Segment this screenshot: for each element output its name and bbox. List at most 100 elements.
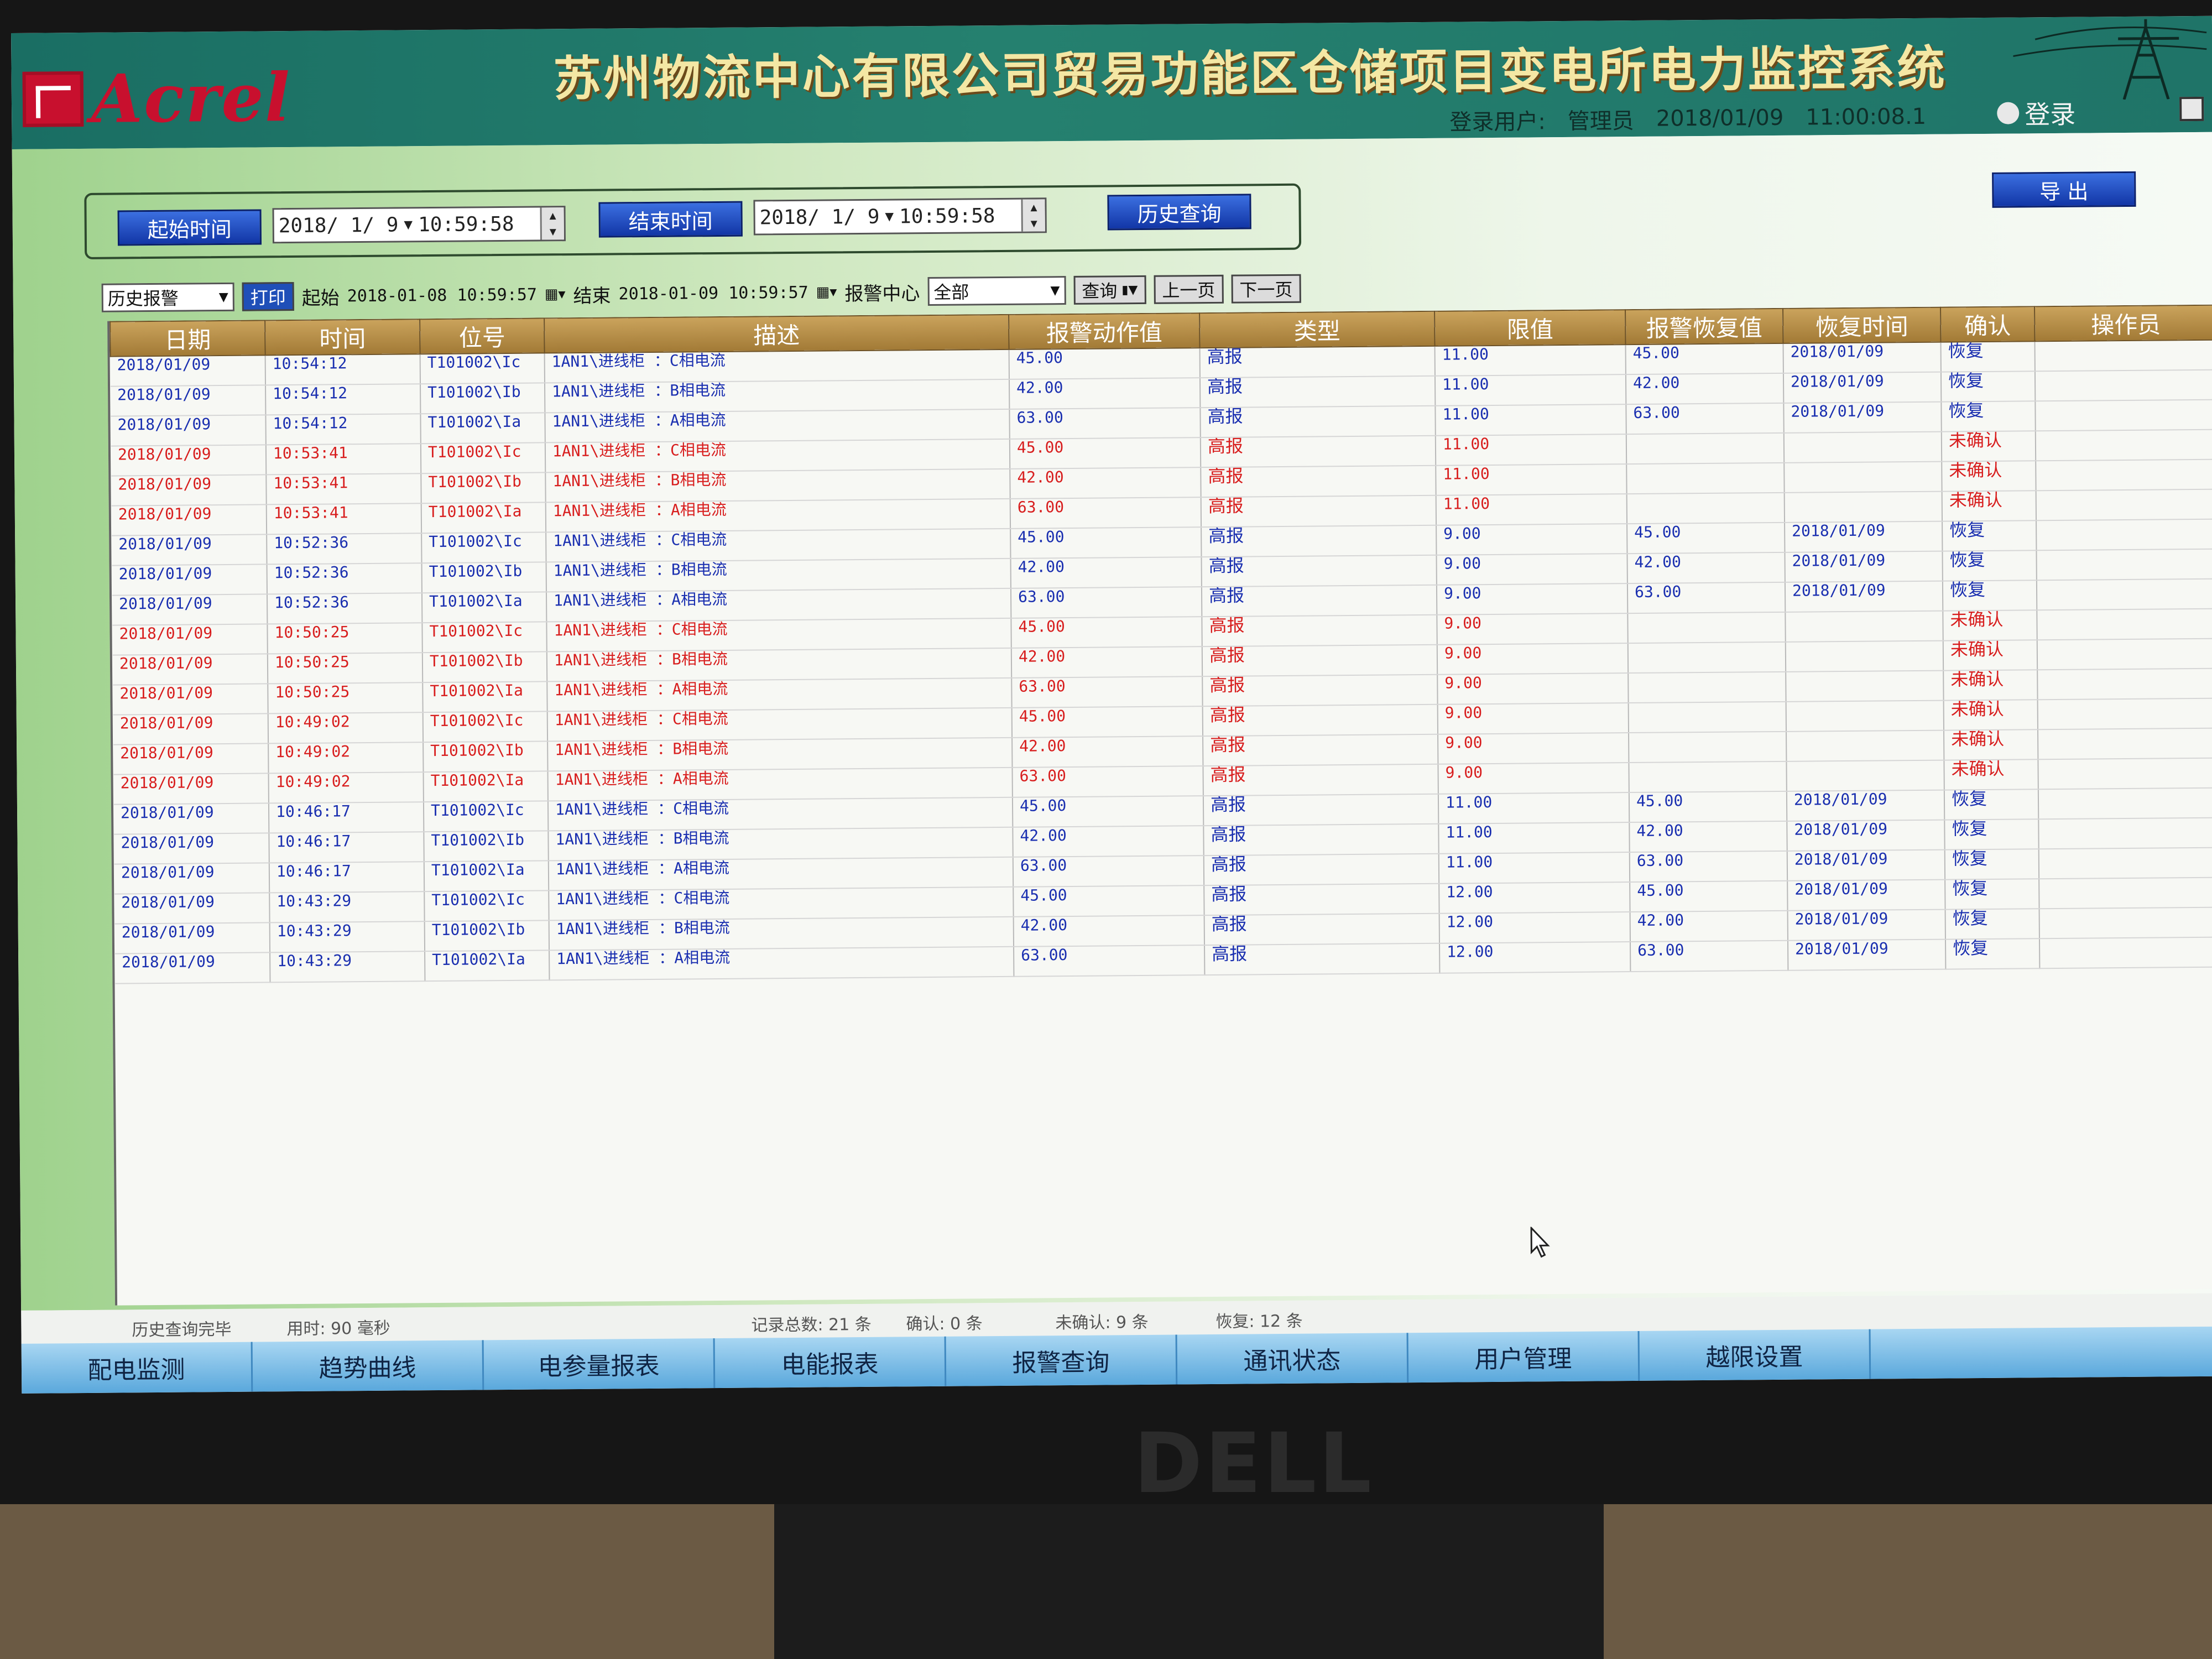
toolbar-start-value[interactable]: 2018-01-08 10:59:57 bbox=[347, 285, 537, 306]
action-value-cell: 63.00 bbox=[1010, 497, 1202, 529]
date-cell: 2018/01/09 bbox=[113, 743, 269, 775]
print-button[interactable]: 打印 bbox=[242, 281, 294, 311]
prev-page-button[interactable]: 上一页 bbox=[1154, 274, 1224, 304]
nav-user-management[interactable]: 用户管理 bbox=[1408, 1331, 1640, 1383]
action-value-cell: 42.00 bbox=[1013, 915, 1205, 947]
nav-trend-curve[interactable]: 趋势曲线 bbox=[252, 1340, 484, 1392]
person-icon bbox=[1997, 102, 2020, 124]
type-cell: 高报 bbox=[1199, 375, 1436, 408]
tag-cell: T101002\Ib bbox=[421, 472, 546, 504]
time-cell: 10:52:36 bbox=[267, 563, 422, 594]
action-value-cell: 42.00 bbox=[1012, 736, 1203, 768]
start-time-button[interactable]: 起始时间 bbox=[117, 209, 262, 246]
next-page-button[interactable]: 下一页 bbox=[1231, 274, 1301, 304]
limit-cell: 9.00 bbox=[1436, 554, 1627, 585]
mode-select[interactable]: 历史报警 ▼ bbox=[101, 282, 234, 312]
date-cell: 2018/01/09 bbox=[113, 713, 269, 745]
spinner-icon[interactable]: ▲ ▼ bbox=[1021, 199, 1045, 232]
col-operator[interactable]: 操作员 bbox=[2034, 305, 2212, 342]
date-cell: 2018/01/09 bbox=[110, 355, 266, 387]
desc-cell: 1AN1\进线柜 ：A相电流 bbox=[549, 946, 1014, 980]
col-rtime[interactable]: 恢复时间 bbox=[1783, 307, 1941, 343]
screen: Acrel 苏州物流中心有限公司贸易功能区仓储项目变电所电力监控系统 登录用户:… bbox=[11, 15, 2212, 1394]
recover-time-cell: 2018/01/09 bbox=[1783, 342, 1941, 373]
col-desc[interactable]: 描述 bbox=[544, 314, 1009, 353]
alarm-center-select[interactable]: 全部 ▼ bbox=[927, 276, 1066, 306]
desc-cell: 1AN1\进线柜 ：B相电流 bbox=[546, 558, 1011, 592]
login-button[interactable]: 登录 bbox=[1997, 95, 2076, 132]
start-date: 2018/ 1/ 9 bbox=[278, 213, 399, 237]
history-query-button[interactable]: 历史查询 bbox=[1107, 194, 1251, 231]
power-tower-icon bbox=[2013, 19, 2207, 100]
alarm-center-label: 报警中心 bbox=[844, 282, 920, 305]
col-date[interactable]: 日期 bbox=[110, 320, 265, 357]
confirm-cell: 恢复 bbox=[1942, 520, 2037, 551]
col-recover[interactable]: 报警恢复值 bbox=[1625, 308, 1783, 345]
operator-cell bbox=[2037, 638, 2212, 670]
status-query-done: 历史查询完毕 bbox=[132, 1319, 232, 1340]
confirm-cell: 恢复 bbox=[1945, 938, 2040, 969]
toolbar-end-label: 结束 bbox=[573, 284, 611, 307]
col-action[interactable]: 报警动作值 bbox=[1009, 313, 1200, 349]
nav-comm-status[interactable]: 通讯状态 bbox=[1177, 1333, 1409, 1385]
limit-cell: 9.00 bbox=[1437, 673, 1629, 705]
type-cell: 高报 bbox=[1204, 883, 1439, 916]
col-limit[interactable]: 限值 bbox=[1434, 310, 1626, 346]
operator-cell bbox=[2037, 698, 2212, 730]
nav-energy-report[interactable]: 电能报表 bbox=[714, 1336, 947, 1389]
date-cell: 2018/01/09 bbox=[115, 952, 270, 984]
operator-cell bbox=[2035, 399, 2212, 431]
nav-limit-settings[interactable]: 越限设置 bbox=[1639, 1329, 1871, 1381]
calendar-icon[interactable]: ▦▾ bbox=[545, 286, 566, 302]
date-cell: 2018/01/09 bbox=[113, 773, 269, 805]
window-icon[interactable] bbox=[2179, 96, 2204, 122]
type-cell: 高报 bbox=[1201, 525, 1437, 557]
operator-cell bbox=[2038, 728, 2212, 760]
nav-alarm-query[interactable]: 报警查询 bbox=[946, 1334, 1178, 1386]
calendar-icon[interactable]: ▦▾ bbox=[816, 284, 837, 300]
action-value-cell: 42.00 bbox=[1011, 646, 1203, 678]
start-datetime-picker[interactable]: 2018/ 1/ 9 ▼ 10:59:58 ▲ ▼ bbox=[272, 206, 566, 244]
chevron-down-icon[interactable]: ▼ bbox=[885, 208, 894, 225]
confirm-cell: 恢复 bbox=[1944, 789, 2039, 820]
operator-cell bbox=[2037, 668, 2212, 700]
confirm-cell: 未确认 bbox=[1943, 670, 2038, 701]
operator-cell bbox=[2036, 519, 2212, 551]
recover-time-cell: 2018/01/09 bbox=[1787, 820, 1945, 851]
recover-value-cell: 45.00 bbox=[1629, 791, 1787, 823]
end-time: 10:59:58 bbox=[899, 204, 995, 228]
tag-cell: T101002\Ia bbox=[425, 950, 550, 982]
type-cell: 高报 bbox=[1199, 346, 1435, 378]
desc-cell: 1AN1\进线柜 ：C相电流 bbox=[546, 528, 1011, 562]
col-confirm[interactable]: 确认 bbox=[1940, 306, 2035, 342]
nav-distribution-monitor[interactable]: 配电监测 bbox=[21, 1342, 253, 1394]
tag-cell: T101002\Ic bbox=[421, 532, 546, 564]
start-time: 10:59:58 bbox=[418, 212, 514, 236]
end-datetime-picker[interactable]: 2018/ 1/ 9 ▼ 10:59:58 ▲ ▼ bbox=[753, 197, 1047, 236]
login-label: 登录 bbox=[2025, 99, 2076, 130]
action-value-cell: 63.00 bbox=[1009, 408, 1201, 439]
date-cell: 2018/01/09 bbox=[113, 684, 268, 715]
type-cell: 高报 bbox=[1203, 764, 1438, 796]
spinner-icon[interactable]: ▲ ▼ bbox=[540, 207, 564, 240]
nav-electric-report[interactable]: 电参量报表 bbox=[483, 1338, 716, 1390]
type-cell: 高报 bbox=[1202, 614, 1437, 647]
export-button[interactable]: 导 出 bbox=[1992, 171, 2136, 208]
confirm-cell: 恢复 bbox=[1945, 909, 2039, 940]
type-cell: 高报 bbox=[1203, 823, 1439, 856]
toolbar-end-value[interactable]: 2018-01-09 10:59:57 bbox=[618, 283, 808, 304]
col-tag[interactable]: 位号 bbox=[420, 318, 545, 354]
recover-value-cell: 45.00 bbox=[1630, 880, 1788, 912]
limit-cell: 9.00 bbox=[1438, 733, 1629, 764]
limit-cell: 9.00 bbox=[1437, 703, 1629, 734]
recover-value-cell: 42.00 bbox=[1630, 910, 1788, 942]
chevron-down-icon[interactable]: ▼ bbox=[404, 216, 413, 233]
end-time-button[interactable]: 结束时间 bbox=[598, 201, 743, 238]
tag-cell: T101002\Ic bbox=[422, 622, 547, 653]
type-cell: 高报 bbox=[1201, 465, 1436, 498]
desc-cell: 1AN1\进线柜 ：A相电流 bbox=[545, 409, 1010, 443]
tag-cell: T101002\Ic bbox=[422, 711, 548, 743]
col-type[interactable]: 类型 bbox=[1199, 311, 1435, 348]
query-button[interactable]: 查询 ▮▼ bbox=[1073, 275, 1146, 305]
col-time[interactable]: 时间 bbox=[265, 319, 420, 356]
